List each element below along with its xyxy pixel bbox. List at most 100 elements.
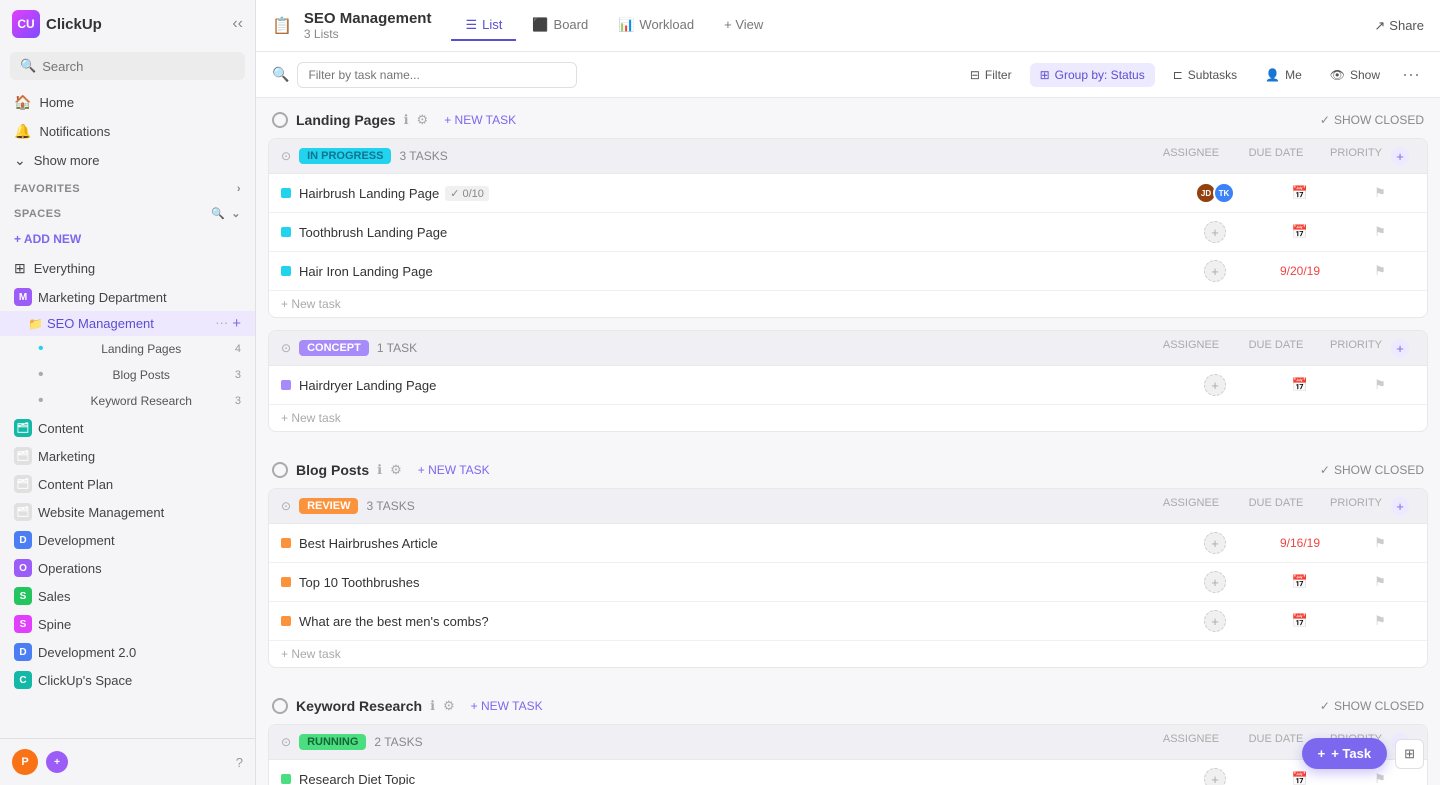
check-icon: ✓ <box>1320 699 1330 713</box>
spaces-label: SPACES <box>14 208 61 220</box>
sidebar-item-seo-management[interactable]: 📁 SEO Management ··· + <box>0 311 255 336</box>
filter-input[interactable] <box>308 68 566 82</box>
task-priority: ⚑ <box>1345 574 1415 590</box>
everything-label: Everything <box>34 261 95 276</box>
col-add[interactable]: + <box>1391 339 1415 357</box>
section-collapse-icon[interactable] <box>272 698 288 714</box>
col-add[interactable]: + <box>1391 147 1415 165</box>
sidebar-collapse-button[interactable]: ‹‹ <box>232 15 243 33</box>
section-collapse-icon[interactable] <box>272 112 288 128</box>
add-task-row[interactable]: + New task <box>269 291 1427 317</box>
sidebar-item-home[interactable]: 🏠 Home <box>0 88 255 117</box>
assign-icon[interactable]: + <box>1204 260 1226 282</box>
blog-info-icon[interactable]: ℹ <box>377 462 382 478</box>
task-row[interactable]: Hairbrush Landing Page ✓ 0/10 JD TK 📅 ⚑ <box>269 174 1427 213</box>
keyword-show-closed[interactable]: ✓ SHOW CLOSED <box>1320 699 1424 713</box>
collapse-arrow[interactable]: ⊙ <box>281 149 291 163</box>
blog-show-closed[interactable]: ✓ SHOW CLOSED <box>1320 463 1424 477</box>
blog-posts-header: Blog Posts ℹ ⚙ + NEW TASK ✓ SHOW CLOSED <box>256 448 1440 488</box>
task-row[interactable]: Top 10 Toothbrushes + 📅 ⚑ <box>269 563 1427 602</box>
sidebar-subitem-keyword-research[interactable]: • Keyword Research 3 <box>0 388 255 414</box>
task-row[interactable]: Best Hairbrushes Article + 9/16/19 ⚑ <box>269 524 1427 563</box>
sidebar-item-notifications[interactable]: 🔔 Notifications <box>0 117 255 146</box>
collapse-arrow[interactable]: ⊙ <box>281 735 291 749</box>
spaces-expand-icon[interactable]: ⌄ <box>231 207 241 220</box>
landing-new-task-button[interactable]: + NEW TASK <box>436 110 524 130</box>
person-icon: 👤 <box>1265 68 1280 82</box>
sidebar-item-website[interactable]: 🗂 Website Management <box>0 498 255 526</box>
more-options-button[interactable]: ··· <box>1398 60 1424 89</box>
help-icon[interactable]: ? <box>236 755 243 770</box>
spaces-search-icon[interactable]: 🔍 <box>211 207 225 220</box>
subtasks-button[interactable]: ⊏ Subtasks <box>1163 63 1247 87</box>
add-task-row[interactable]: + New task <box>269 641 1427 667</box>
collapse-arrow[interactable]: ⊙ <box>281 499 291 513</box>
collapse-arrow[interactable]: ⊙ <box>281 341 291 355</box>
task-name: Hair Iron Landing Page <box>299 264 1175 279</box>
assign-icon[interactable]: + <box>1204 610 1226 632</box>
assign-icon[interactable]: + <box>1204 221 1226 243</box>
section-collapse-icon[interactable] <box>272 462 288 478</box>
me-button[interactable]: 👤 Me <box>1255 63 1312 87</box>
seo-add-icon[interactable]: + <box>232 315 241 332</box>
sidebar-item-marketing[interactable]: M Marketing Department <box>0 283 255 311</box>
task-row[interactable]: Hair Iron Landing Page + 9/20/19 ⚑ <box>269 252 1427 291</box>
filter-search-icon: 🔍 <box>272 66 289 83</box>
sidebar-item-clickup[interactable]: C ClickUp's Space <box>0 666 255 694</box>
share-button[interactable]: ↗ Share <box>1374 18 1424 34</box>
landing-info-icon[interactable]: ℹ <box>404 112 409 128</box>
sidebar-item-content-plan[interactable]: 🗂 Content Plan <box>0 470 255 498</box>
task-row[interactable]: Toothbrush Landing Page + 📅 ⚑ <box>269 213 1427 252</box>
task-priority: ⚑ <box>1345 224 1415 240</box>
tab-board[interactable]: ⬛ Board <box>518 11 602 41</box>
landing-show-closed[interactable]: ✓ SHOW CLOSED <box>1320 113 1424 127</box>
sidebar-item-marketing-space[interactable]: 🗂 Marketing <box>0 442 255 470</box>
filter-input-container[interactable] <box>297 62 577 88</box>
task-row[interactable]: What are the best men's combs? + 📅 ⚑ <box>269 602 1427 641</box>
sidebar-item-content[interactable]: 🗂 Content <box>0 414 255 442</box>
grid-toggle-button[interactable]: ⊞ <box>1395 739 1424 769</box>
keyword-settings-icon[interactable]: ⚙ <box>443 698 455 714</box>
sidebar-search-container[interactable]: 🔍 <box>10 52 245 80</box>
col-add[interactable]: + <box>1391 497 1415 515</box>
favorites-label: FAVORITES <box>14 183 80 195</box>
priority-col-label: PRIORITY <box>1321 147 1391 165</box>
calendar-icon: 📅 <box>1292 185 1308 200</box>
sidebar-subitem-landing-pages[interactable]: • Landing Pages 4 <box>0 336 255 362</box>
assign-icon[interactable]: + <box>1204 374 1226 396</box>
share-icon: ↗ <box>1374 18 1385 34</box>
filter-button[interactable]: ⊟ Filter <box>960 63 1022 87</box>
blog-new-task-button[interactable]: + NEW TASK <box>410 460 498 480</box>
assign-icon[interactable]: + <box>1204 768 1226 785</box>
sidebar-subitem-blog-posts[interactable]: • Blog Posts 3 <box>0 362 255 388</box>
tab-workload[interactable]: 📊 Workload <box>604 11 708 41</box>
task-name: Research Diet Topic <box>299 772 1175 785</box>
add-new-button[interactable]: + ADD NEW <box>14 228 241 250</box>
review-header: ⊙ REVIEW 3 TASKS ASSIGNEE DUE DATE PRIOR… <box>269 489 1427 524</box>
group-by-button[interactable]: ⊞ Group by: Status <box>1030 63 1155 87</box>
search-input[interactable] <box>42 59 235 74</box>
add-task-row[interactable]: + New task <box>269 405 1427 431</box>
sidebar-item-development[interactable]: D Development <box>0 526 255 554</box>
assign-icon[interactable]: + <box>1204 571 1226 593</box>
task-assignee: + <box>1175 260 1255 282</box>
task-row[interactable]: Hairdryer Landing Page + 📅 ⚑ <box>269 366 1427 405</box>
landing-settings-icon[interactable]: ⚙ <box>417 112 429 128</box>
blog-settings-icon[interactable]: ⚙ <box>390 462 402 478</box>
keyword-info-icon[interactable]: ℹ <box>430 698 435 714</box>
show-button[interactable]: 👁 Show <box>1320 63 1390 87</box>
favorites-expand-icon[interactable]: › <box>237 183 241 195</box>
sidebar-item-sales[interactable]: S Sales <box>0 582 255 610</box>
sidebar-item-spine[interactable]: S Spine <box>0 610 255 638</box>
new-task-fab-button[interactable]: + + Task <box>1302 738 1387 769</box>
tab-add-view[interactable]: + View <box>710 11 777 40</box>
assign-icon[interactable]: + <box>1204 532 1226 554</box>
sidebar-item-dev2[interactable]: D Development 2.0 <box>0 638 255 666</box>
tab-list[interactable]: ☰ List <box>451 11 516 41</box>
seo-more-icon[interactable]: ··· <box>215 315 228 332</box>
sidebar-item-everything[interactable]: ⊞ Everything <box>0 254 255 283</box>
sidebar-item-show-more[interactable]: ⌄ Show more <box>0 146 255 175</box>
sidebar-item-operations[interactable]: O Operations <box>0 554 255 582</box>
task-row[interactable]: Research Diet Topic + 📅 ⚑ <box>269 760 1427 785</box>
keyword-new-task-button[interactable]: + NEW TASK <box>463 696 551 716</box>
